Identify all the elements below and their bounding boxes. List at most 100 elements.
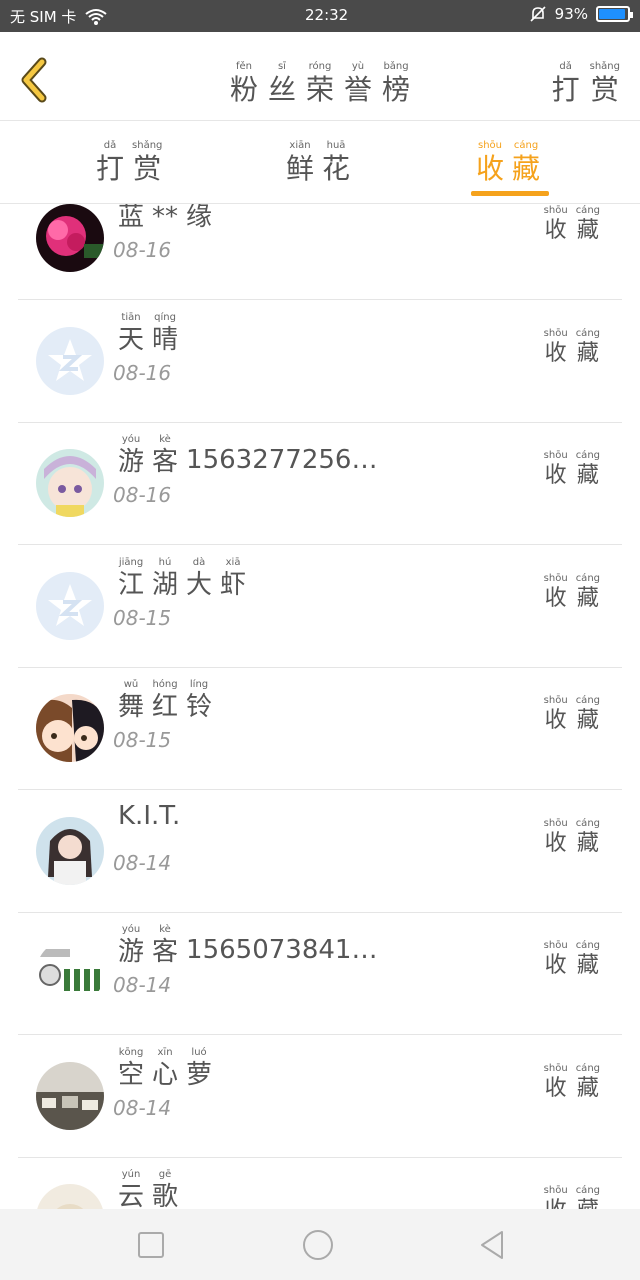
square-icon[interactable] xyxy=(135,1229,167,1261)
title-hanzi: 誉 xyxy=(344,73,373,106)
user-name-suffix: K.I.T. xyxy=(118,800,181,831)
user-name-char: xiā 虾 xyxy=(220,557,247,600)
favorite-char: shōu收 xyxy=(544,696,568,732)
user-name-hanzi: 游 xyxy=(118,937,145,967)
favorite-char: cáng藏 xyxy=(576,818,600,856)
list-item[interactable]: tiān 天 qíng 晴 08-16 shōu 收 cáng 藏 xyxy=(18,301,622,423)
avatar[interactable] xyxy=(36,694,104,762)
fan-list[interactable]: lán蓝**yuán缘08-16shōu收cáng藏tiān天qíng晴08-1… xyxy=(0,204,640,1209)
list-item[interactable]: yóu 游 kè 客 1565073841… 08-14 shōu 收 cáng 藏 xyxy=(18,913,622,1035)
user-name-suffix: 1563277256… xyxy=(186,445,378,475)
list-item[interactable]: jiāng 江 hú 湖 dà 大 xiā 虾 08-15 shōu 收 cáng 藏 xyxy=(18,546,622,668)
list-item[interactable]: yún 云 gē 歌 shōu 收 cáng 藏 xyxy=(18,1158,622,1209)
tab-flowers[interactable]: xiān 鲜 huā 花 xyxy=(286,141,350,183)
user-name-char: tiān 天 xyxy=(118,312,144,353)
user-name-char: qíng 晴 xyxy=(152,311,178,353)
favorite-hanzi: 藏 xyxy=(576,1075,599,1101)
title-hanzi: 荣 xyxy=(305,73,334,106)
favorite-pinyin: shōu xyxy=(543,695,568,706)
favorite-hanzi: 藏 xyxy=(576,463,599,488)
list-item[interactable]: K.I.T. 08-14 shōu 收 cáng 藏 xyxy=(18,791,622,913)
reward-label-char: dǎ 打 xyxy=(552,62,580,104)
avatar[interactable] xyxy=(36,204,104,272)
list-item[interactable]: kōng 空 xīn 心 luó 萝 08-14 shōu 收 cáng 藏 xyxy=(18,1036,622,1158)
avatar[interactable] xyxy=(36,1184,104,1209)
battery-fill xyxy=(599,9,626,19)
favorite-hanzi: 收 xyxy=(544,218,567,243)
user-name-char: yuán缘 xyxy=(186,204,212,230)
favorite-char: cáng藏 xyxy=(575,1062,600,1101)
triangle-back-icon[interactable] xyxy=(476,1229,508,1261)
user-name-char: gē 歌 xyxy=(152,1169,178,1210)
list-item[interactable]: wǔ 舞 hóng 红 líng 铃 08-15 shōu 收 cáng 藏 xyxy=(18,668,622,790)
user-name: yóu 游 kè 客 1565073841… xyxy=(118,925,377,967)
tab-reward[interactable]: dǎ 打 shǎng 赏 xyxy=(96,141,162,183)
favorite-hanzi: 藏 xyxy=(576,830,599,856)
tab-favorites[interactable]: shōu 收 cáng 藏 xyxy=(476,141,540,183)
user-name-pinyin: kè xyxy=(159,434,171,445)
title-char: sī 丝 xyxy=(268,62,296,104)
user-name-pinyin: yóu xyxy=(121,434,141,445)
favorite-pinyin: cáng xyxy=(575,940,600,951)
user-name-hanzi: 萝 xyxy=(186,1059,213,1090)
favorite-hanzi: 藏 xyxy=(576,708,599,733)
user-name-char: luó 萝 xyxy=(186,1047,213,1090)
date-label: 08-16 xyxy=(113,483,172,507)
user-name: kōng 空 xīn 心 luó 萝 xyxy=(118,1046,213,1090)
reward-button[interactable]: dǎ 打 shǎng 赏 xyxy=(552,62,620,104)
user-name-char: yóu 游 xyxy=(118,925,145,967)
favorite-char: cáng藏 xyxy=(576,1186,600,1210)
tab-label-char: shōu 收 xyxy=(476,141,504,183)
tab-label-char: huā 花 xyxy=(322,141,350,183)
tab-label-char: cáng 藏 xyxy=(512,141,540,183)
battery-icon xyxy=(596,6,633,22)
user-name-pinyin: yún xyxy=(121,1169,141,1180)
user-name-pinyin: wǔ xyxy=(123,679,139,690)
mute-bell-icon xyxy=(530,6,546,22)
page-title: fěn 粉 sī 丝 róng 荣 yù 誉 bǎng 榜 xyxy=(0,62,640,104)
user-name: lán蓝 ** yuán缘 xyxy=(118,204,212,230)
avatar[interactable] xyxy=(36,1061,104,1130)
tab-label-char: xiān 鲜 xyxy=(286,141,314,183)
title-char: bǎng 榜 xyxy=(382,62,410,104)
title-char: fěn 粉 xyxy=(230,62,258,104)
date-label: 08-14 xyxy=(113,1095,172,1120)
favorite-char: cáng藏 xyxy=(575,327,600,365)
favorite-pinyin: cáng xyxy=(575,1062,600,1074)
user-name-pinyin: gē xyxy=(158,1169,172,1180)
avatar[interactable] xyxy=(36,939,104,1007)
header: fěn 粉 sī 丝 róng 荣 yù 誉 bǎng 榜 dǎ 打 shǎng 赏 xyxy=(0,32,640,121)
user-name-hanzi: 虾 xyxy=(220,569,247,600)
user-name-hanzi: 游 xyxy=(118,447,145,477)
user-name: wǔ 舞 hóng 红 líng 铃 xyxy=(118,679,213,722)
favorite-hanzi: 收 xyxy=(545,1200,567,1210)
tab-label-hanzi: 鲜 xyxy=(286,152,315,185)
avatar[interactable] xyxy=(36,816,104,885)
tab-label-hanzi: 藏 xyxy=(512,152,541,185)
user-name-pinyin: qíng xyxy=(154,311,176,323)
favorite-char: shōu收 xyxy=(544,328,568,365)
user-name-hanzi: 缘 xyxy=(186,204,213,232)
favorite-hanzi: 收 xyxy=(544,830,567,856)
favorite-char: shōu收 xyxy=(544,1186,568,1210)
list-item[interactable]: lán蓝 ** yuán缘 08-16 shōu 收 cáng 藏 xyxy=(18,204,622,300)
status-bar: 无 SIM 卡 22:32 93% xyxy=(0,0,640,32)
favorite-hanzi: 藏 xyxy=(576,218,599,243)
user-name-pinyin: kōng xyxy=(118,1046,144,1058)
favorite-char: cáng藏 xyxy=(576,573,600,611)
title-char: yù 誉 xyxy=(344,62,372,104)
user-name-char: hóng 红 xyxy=(152,680,178,721)
avatar[interactable] xyxy=(36,326,104,395)
favorite-label: shōu收 cáng藏 xyxy=(544,573,600,611)
user-name-char: kè 客 xyxy=(152,925,178,966)
user-name-hanzi: 铃 xyxy=(186,692,213,722)
favorite-hanzi: 藏 xyxy=(576,585,599,611)
user-name-hanzi: 心 xyxy=(152,1059,179,1090)
list-item[interactable]: yóu 游 kè 客 1563277256… 08-16 shōu 收 cáng 藏 xyxy=(18,423,622,545)
favorite-pinyin: cáng xyxy=(575,327,600,339)
user-name: yóu 游 kè 客 1563277256… xyxy=(118,434,378,477)
date-label: 08-14 xyxy=(113,973,172,997)
avatar[interactable] xyxy=(36,571,104,640)
circle-icon[interactable] xyxy=(302,1229,334,1261)
avatar[interactable] xyxy=(36,449,104,517)
